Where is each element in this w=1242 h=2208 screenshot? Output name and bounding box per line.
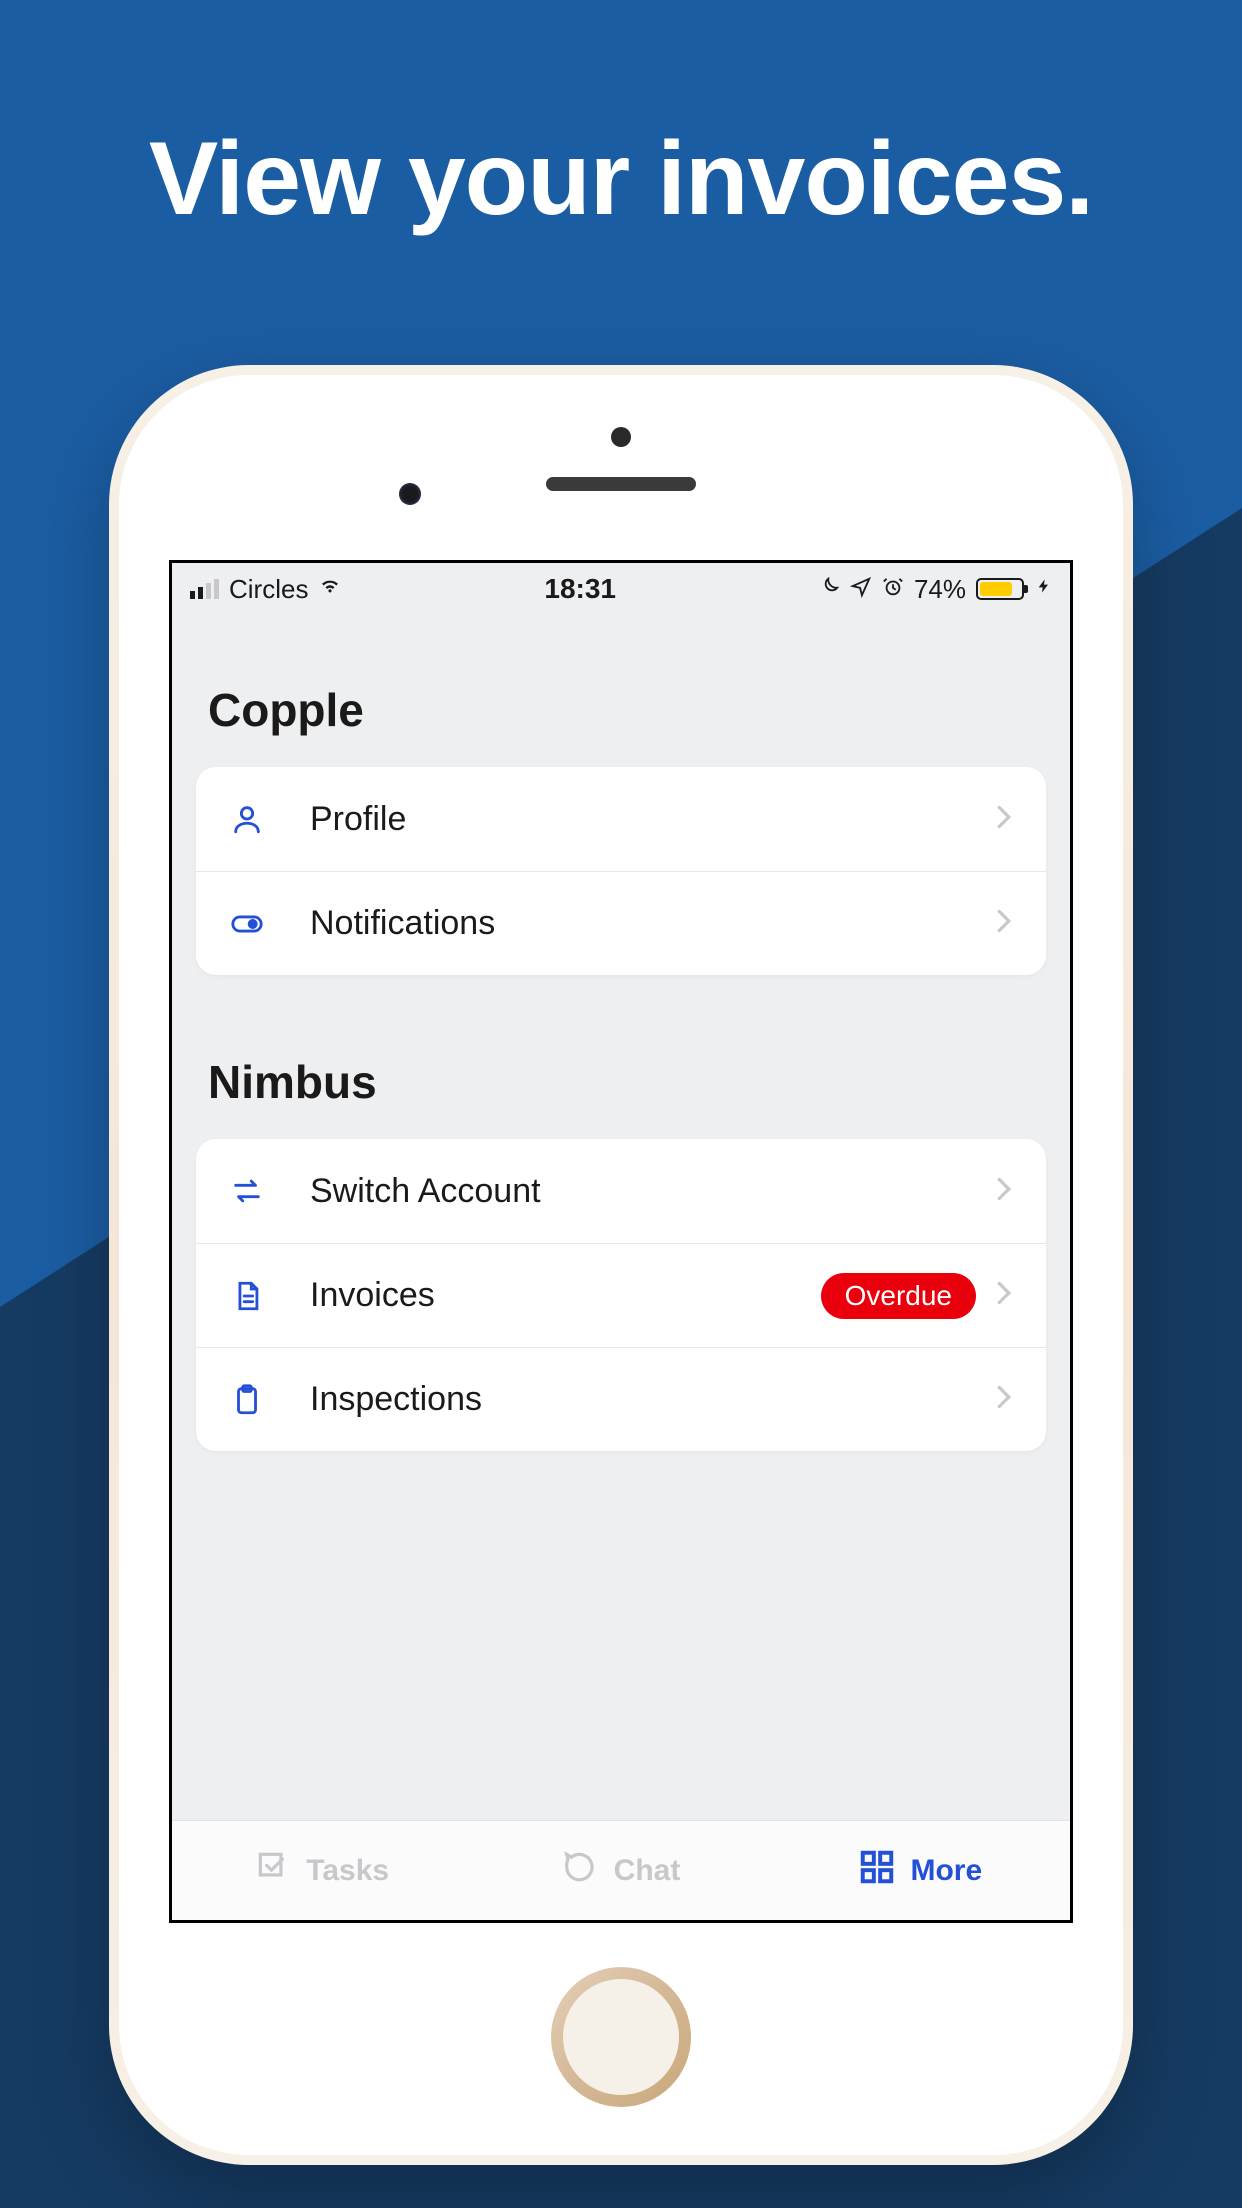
charging-icon xyxy=(1036,576,1052,602)
row-notifications[interactable]: Notifications xyxy=(196,871,1046,975)
document-icon xyxy=(230,1279,310,1313)
tab-more[interactable]: More xyxy=(771,1821,1070,1920)
row-profile[interactable]: Profile xyxy=(196,767,1046,871)
row-invoices[interactable]: Invoices Overdue xyxy=(196,1243,1046,1347)
chat-icon xyxy=(562,1848,600,1894)
promo-title: View your invoices. xyxy=(0,120,1242,239)
wifi-icon xyxy=(318,574,342,604)
signal-icon xyxy=(190,579,219,599)
promo-backdrop: View your invoices. Circles xyxy=(0,0,1242,2208)
grid-icon xyxy=(858,1848,896,1894)
chevron-right-icon xyxy=(996,1384,1012,1415)
section-card-copple: Profile Notifications xyxy=(196,767,1046,975)
home-button[interactable] xyxy=(551,1967,691,2107)
phone-bezel: Circles 18:31 xyxy=(119,375,1123,2155)
clock-label: 18:31 xyxy=(342,573,818,605)
row-label: Invoices xyxy=(310,1276,821,1315)
section-title-copple: Copple xyxy=(172,683,1070,767)
section-title-nimbus: Nimbus xyxy=(172,1055,1070,1139)
tab-label: Chat xyxy=(614,1854,681,1888)
speaker-grille-icon xyxy=(546,477,696,491)
row-label: Switch Account xyxy=(310,1172,996,1211)
status-bar: Circles 18:31 xyxy=(172,563,1070,615)
row-label: Profile xyxy=(310,800,996,839)
chevron-right-icon xyxy=(996,908,1012,939)
tab-tasks[interactable]: Tasks xyxy=(172,1821,471,1920)
row-switch-account[interactable]: Switch Account xyxy=(196,1139,1046,1243)
settings-content: Copple Profile xyxy=(172,615,1070,1820)
tab-bar: Tasks Chat More xyxy=(172,1820,1070,1920)
app-screen: Circles 18:31 xyxy=(169,560,1073,1923)
carrier-label: Circles xyxy=(229,574,308,605)
alarm-icon xyxy=(882,574,904,605)
sensor-dot-icon xyxy=(611,427,631,447)
camera-dot-icon xyxy=(399,483,421,505)
row-label: Inspections xyxy=(310,1380,996,1419)
tab-label: Tasks xyxy=(306,1854,389,1888)
person-icon xyxy=(230,802,310,836)
section-card-nimbus: Switch Account Invoices Overdue xyxy=(196,1139,1046,1451)
chevron-right-icon xyxy=(996,1280,1012,1311)
battery-pct-label: 74% xyxy=(914,574,966,605)
tasks-icon xyxy=(254,1848,292,1894)
location-arrow-icon xyxy=(850,574,872,605)
clipboard-icon xyxy=(230,1383,310,1417)
overdue-badge: Overdue xyxy=(821,1273,976,1319)
phone-frame: Circles 18:31 xyxy=(109,365,1133,2165)
chevron-right-icon xyxy=(996,1176,1012,1207)
toggle-icon xyxy=(230,907,310,941)
tab-chat[interactable]: Chat xyxy=(471,1821,770,1920)
battery-icon xyxy=(976,578,1024,600)
moon-icon xyxy=(818,574,840,605)
tab-label: More xyxy=(910,1854,982,1888)
row-inspections[interactable]: Inspections xyxy=(196,1347,1046,1451)
chevron-right-icon xyxy=(996,804,1012,835)
switch-icon xyxy=(230,1174,310,1208)
row-label: Notifications xyxy=(310,904,996,943)
